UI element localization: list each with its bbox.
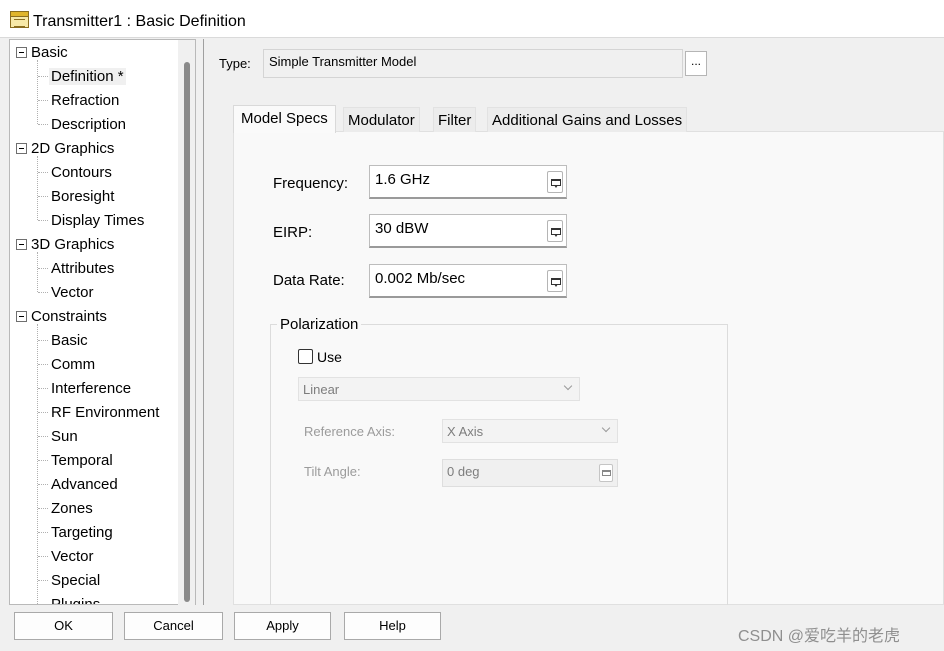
frequency-label: Frequency: [273,175,349,192]
tree-item-label: Attributes [51,260,115,277]
unit-selector-icon[interactable] [547,220,563,242]
tab-model-specs[interactable]: Model Specs [233,105,336,133]
type-browse-button[interactable]: ... [685,51,707,76]
tree-item-label: Display Times [51,212,145,229]
collapse-icon[interactable] [16,239,27,250]
tree-item-label: Advanced [51,476,118,493]
polarization-type-value: Linear [303,382,340,397]
tree-item-attributes[interactable]: Attributes [51,260,114,277]
ok-button[interactable]: OK [14,612,113,640]
tree-item-refraction[interactable]: Refraction [51,92,119,109]
tab-additional-gains-losses[interactable]: Additional Gains and Losses [487,107,688,132]
tree-item-plugins[interactable]: Plugins [51,596,101,605]
calendar-app-icon [10,11,29,28]
eirp-field[interactable]: 30 dBW [369,214,567,248]
unit-selector-icon[interactable] [599,464,613,482]
tree-item-vector-constraints[interactable]: Vector [51,548,94,565]
tree-group-label: Constraints [31,308,107,325]
tree-group-label: 3D Graphics [31,236,115,253]
tree-item-label: Zones [51,500,93,517]
tree-scrollbar[interactable] [178,40,195,605]
polarization-use-label[interactable]: Use [317,349,342,365]
watermark: CSDN @爱吃羊的老虎 [738,628,901,645]
chevron-down-icon [563,381,573,391]
tab-modulator[interactable]: Modulator [343,107,420,132]
tree-item-label: Interference [51,380,132,397]
tree-item-temporal[interactable]: Temporal [51,452,113,469]
tab-filter[interactable]: Filter [433,107,477,132]
tree-item-label: Refraction [51,92,120,109]
tree-item-label: Vector [51,548,94,565]
tree-item-boresight[interactable]: Boresight [51,188,114,205]
type-field: Simple Transmitter Model [263,49,683,78]
tilt-angle-label: Tilt Angle: [304,464,361,479]
tree-item-definition[interactable]: Definition * [49,68,126,85]
frequency-value: 1.6 GHz [375,171,431,188]
data-rate-field[interactable]: 0.002 Mb/sec [369,264,567,298]
tree-scrollbar-thumb[interactable] [184,62,190,602]
window-title: Transmitter1 : Basic Definition [33,13,246,30]
tree-group-basic[interactable]: Basic [16,44,68,61]
reference-axis-select[interactable]: X Axis [442,419,618,443]
tree-item-special[interactable]: Special [51,572,100,589]
tree-item-label: Sun [51,428,78,445]
eirp-value: 30 dBW [375,220,429,237]
tree-item-rf-environment[interactable]: RF Environment [51,404,159,421]
tilt-angle-value: 0 deg [447,464,480,479]
eirp-label: EIRP: [273,224,313,241]
tree-item-advanced[interactable]: Advanced [51,476,118,493]
unit-selector-icon[interactable] [547,270,563,292]
data-rate-value: 0.002 Mb/sec [375,270,466,287]
cancel-button[interactable]: Cancel [124,612,223,640]
collapse-icon[interactable] [16,47,27,58]
data-rate-label: Data Rate: [273,272,345,289]
tree-item-label: Special [51,572,101,589]
tree-item-constraints-basic[interactable]: Basic [51,332,88,349]
reference-axis-value: X Axis [447,424,484,439]
tree-item-targeting[interactable]: Targeting [51,524,113,541]
tilt-angle-field[interactable]: 0 deg [442,459,618,487]
tree-item-label: Description [51,116,127,133]
tree-item-label: Contours [51,164,112,181]
tree-item-zones[interactable]: Zones [51,500,93,517]
tree-item-vector-3d[interactable]: Vector [51,284,94,301]
unit-selector-icon[interactable] [547,171,563,193]
tree-item-label: Comm [51,356,96,373]
tree-group-3d-graphics[interactable]: 3D Graphics [16,236,115,253]
apply-button[interactable]: Apply [234,612,331,640]
tree-item-comm[interactable]: Comm [51,356,95,373]
tree-item-description[interactable]: Description [51,116,126,133]
polarization-title: Polarization [277,316,362,333]
frequency-field[interactable]: 1.6 GHz [369,165,567,199]
tree-item-label: Boresight [51,188,115,205]
tree-item-label: Targeting [51,524,113,541]
collapse-icon[interactable] [16,143,27,154]
tree-item-label: Definition * [49,68,126,85]
collapse-icon[interactable] [16,311,27,322]
tree-item-interference[interactable]: Interference [51,380,131,397]
tree-item-sun[interactable]: Sun [51,428,78,445]
tree-item-display-times[interactable]: Display Times [51,212,144,229]
tree-item-label: RF Environment [51,404,160,421]
tree-item-contours[interactable]: Contours [51,164,112,181]
title-bar: Transmitter1 : Basic Definition [0,0,944,38]
reference-axis-label: Reference Axis: [304,424,396,439]
properties-tree: Basic Definition * Refraction Descriptio… [9,39,196,605]
tree-item-label: Plugins [51,596,101,605]
tree-group-label: Basic [31,44,68,61]
tree-group-2d-graphics[interactable]: 2D Graphics [16,140,115,157]
polarization-type-select[interactable]: Linear [298,377,580,401]
tree-item-label: Vector [51,284,94,301]
tree-group-constraints[interactable]: Constraints [16,308,107,325]
tree-item-label: Basic [51,332,88,349]
tree-group-label: 2D Graphics [31,140,115,157]
chevron-down-icon [601,423,611,433]
tree-item-label: Temporal [51,452,113,469]
help-button[interactable]: Help [344,612,441,640]
polarization-use-checkbox[interactable] [298,349,313,364]
type-label: Type: [219,56,251,71]
